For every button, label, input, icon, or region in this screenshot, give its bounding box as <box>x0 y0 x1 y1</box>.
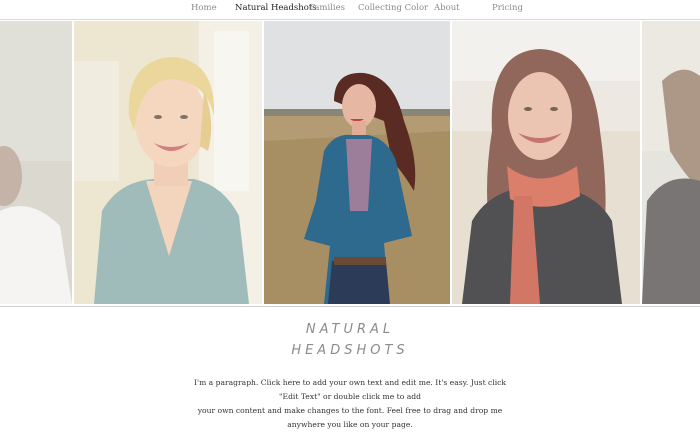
headshot-image-4 <box>452 21 640 304</box>
nav-item-about[interactable]: About <box>434 3 460 13</box>
section-title-line-2: HEADSHOTS <box>291 343 409 358</box>
intro-paragraph-line-2: your own content and make changes to the… <box>197 406 503 429</box>
nav-item-families[interactable]: Families <box>309 3 345 13</box>
section-title-line-1: NATURAL <box>305 322 395 337</box>
intro-paragraph[interactable]: I'm a paragraph. Click here to add your … <box>190 376 510 432</box>
nav-item-collecting-color[interactable]: Collecting Color <box>358 3 428 13</box>
top-navigation: Home Natural Headshots Families Collecti… <box>0 0 700 20</box>
nav-item-natural-headshots[interactable]: Natural Headshots <box>235 3 317 13</box>
gallery-photo-5[interactable] <box>642 21 700 304</box>
nav-item-home[interactable]: Home <box>191 3 217 13</box>
headshot-image-3 <box>264 21 450 304</box>
gallery-photo-4[interactable] <box>452 21 640 304</box>
intro-paragraph-line-1: I'm a paragraph. Click here to add your … <box>193 378 506 401</box>
gallery-photo-3[interactable] <box>264 21 450 304</box>
gallery-photo-2[interactable] <box>74 21 262 304</box>
gallery-photo-1[interactable] <box>0 21 72 304</box>
headshot-image-5 <box>642 21 700 304</box>
headshot-gallery-strip <box>0 21 700 305</box>
section-divider <box>0 306 700 307</box>
headshot-image-2 <box>74 21 262 304</box>
nav-item-pricing[interactable]: Pricing <box>492 3 523 13</box>
headshot-image-1 <box>0 21 72 304</box>
